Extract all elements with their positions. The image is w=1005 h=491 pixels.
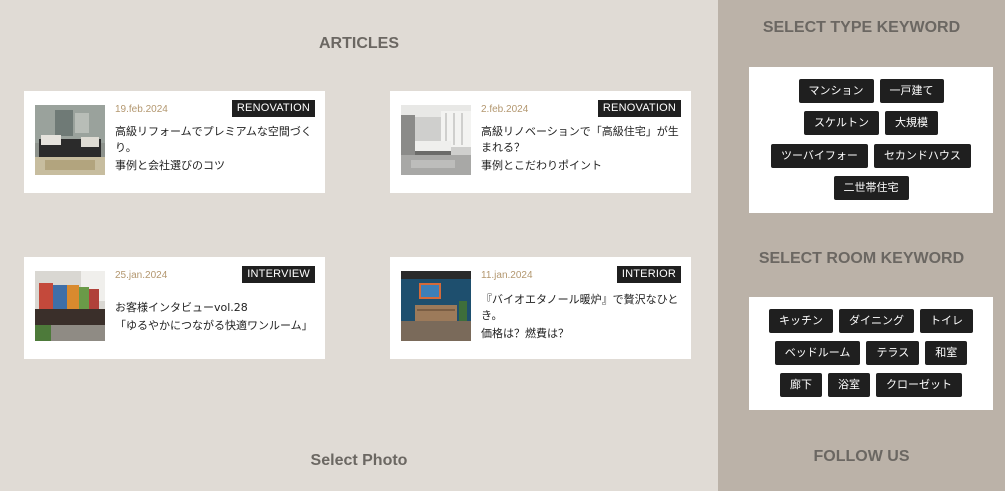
article-thumbnail[interactable] [401,271,471,341]
keyword-tag[interactable]: 浴室 [828,373,870,397]
article-subtitle-line: 「ゆるやかにつながる快適ワンルーム」 [115,319,313,332]
keyword-tag[interactable]: スケルトン [804,111,879,135]
article-title-line: 高級リノベーションで「高級住宅」が生まれる？ [481,125,679,154]
article-date: 11.jan.2024 [481,270,533,281]
keyword-row: ツーバイフォー セカンドハウス [749,144,993,168]
keyword-tag[interactable]: セカンドハウス [873,144,971,168]
keyword-row: マンション 一戸建て [749,79,993,103]
sidebar: SELECT TYPE KEYWORD マンション 一戸建て スケルトン 大規模… [718,0,1005,491]
article-thumbnail[interactable] [35,271,105,341]
article-title-line: お客様インタビューvol.28 [115,301,248,314]
article-title-line: 『バイオエタノール暖炉』で贅沢なひとき。 [481,293,679,322]
room-keyword-title: SELECT ROOM KEYWORD [758,250,965,267]
article-category-badge[interactable]: RENOVATION [597,100,681,117]
article-subtitle-line: 事例とこだわりポイント [481,159,602,172]
article-category-badge[interactable]: INTERVIEW [242,266,315,283]
keyword-row: ベッドルーム テラス 和室 [749,341,993,365]
keyword-tag[interactable]: 大規模 [885,111,938,135]
article-subtitle-line: 事例と会社選びのコツ [115,159,225,172]
keyword-tag[interactable]: マンション [798,79,874,103]
article-subtitle-line: 価格は？燃費は？ [481,327,569,340]
article-category-badge[interactable]: RENOVATION [231,100,315,117]
keyword-tag[interactable]: キッチン [769,309,833,333]
keyword-tag[interactable]: 和室 [925,341,968,365]
article-card[interactable]: 19.feb.2024 RENOVATION 高級リフォームでプレミアムな空間づ… [24,91,325,193]
keyword-tag[interactable]: クローゼット [876,373,962,397]
article-card[interactable]: 25.jan.2024 INTERVIEW お客様インタビューvol.28 「ゆ… [24,257,325,359]
keyword-row: キッチン ダイニング トイレ [749,309,993,333]
article-category-badge[interactable]: INTERIOR [616,266,681,283]
article-card[interactable]: 2.feb.2024 RENOVATION 高級リノベーションで「高級住宅」が生… [390,91,691,193]
article-card[interactable]: 11.jan.2024 INTERIOR 『バイオエタノール暖炉』で贅沢なひとき… [390,257,691,359]
keyword-tag[interactable]: 一戸建て [879,79,944,103]
keyword-tag[interactable]: ベッドルーム [774,341,861,365]
keyword-tag[interactable]: トイレ [920,309,973,333]
type-keyword-title: SELECT TYPE KEYWORD [762,19,961,36]
keyword-tag[interactable]: テラス [866,341,920,365]
keyword-tag[interactable]: 廊下 [780,373,822,397]
article-date: 25.jan.2024 [115,270,168,281]
keyword-row: 廊下 浴室 クローゼット [749,373,993,397]
articles-title: ARTICLES [319,35,399,52]
keyword-row: 二世帯住宅 [749,176,993,200]
keyword-tag[interactable]: ダイニング [839,309,914,333]
article-date: 2.feb.2024 [481,104,529,115]
article-thumbnail[interactable] [35,105,105,175]
main-content: ARTICLES 19.feb.2024 RENOVATION 高級リフォームで… [0,0,718,491]
keyword-row: スケルトン 大規模 [749,111,993,135]
type-keyword-box: マンション 一戸建て スケルトン 大規模 ツーバイフォー セカンドハウス 二世帯… [749,67,993,213]
room-keyword-box: キッチン ダイニング トイレ ベッドルーム テラス 和室 廊下 浴室 クローゼッ… [749,297,993,410]
article-excerpt[interactable]: 高級リノベーションで「高級住宅」が生まれる？ 事例とこだわりポイント [481,124,681,174]
article-excerpt[interactable]: 高級リフォームでプレミアムな空間づくり。 事例と会社選びのコツ [115,124,315,174]
select-photo-title: Select Photo [310,452,408,469]
article-thumbnail[interactable] [401,105,471,175]
keyword-tag[interactable]: 二世帯住宅 [833,176,909,200]
article-title-line: 高級リフォームでプレミアムな空間づくり。 [115,125,312,154]
article-excerpt[interactable]: お客様インタビューvol.28 「ゆるやかにつながる快適ワンルーム」 [115,300,315,334]
article-excerpt[interactable]: 『バイオエタノール暖炉』で贅沢なひとき。 価格は？燃費は？ [481,292,681,342]
keyword-tag[interactable]: ツーバイフォー [771,144,868,168]
follow-us-title: FOLLOW US [813,448,910,465]
article-date: 19.feb.2024 [115,104,168,115]
